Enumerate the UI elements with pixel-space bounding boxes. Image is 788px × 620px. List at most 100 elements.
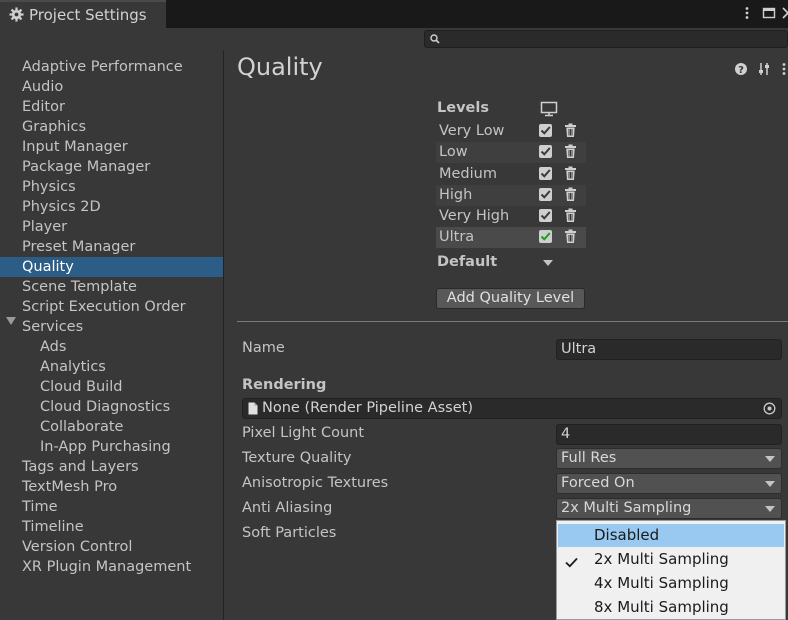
quality-level-row[interactable]: High (436, 185, 586, 206)
soft-particles-label: Soft Particles (242, 525, 337, 541)
rendering-heading: Rendering (242, 377, 327, 393)
level-enabled-checkbox[interactable] (539, 209, 552, 222)
menu-item-8x-multi-sampling[interactable]: 8x Multi Sampling (558, 596, 784, 619)
sidebar-item-label: Input Manager (22, 139, 128, 155)
quality-level-row[interactable]: Very High (436, 206, 586, 227)
render-pipeline-field[interactable]: None (Render Pipeline Asset) (242, 398, 782, 419)
sidebar-item-label: Version Control (22, 539, 133, 555)
quality-level-name: Ultra (439, 229, 475, 245)
sidebar-item-quality[interactable]: Quality (0, 257, 223, 277)
sidebar-item-label: XR Plugin Management (22, 559, 192, 575)
name-label: Name (242, 340, 285, 356)
trash-icon[interactable] (564, 187, 577, 202)
sidebar-item-version-control[interactable]: Version Control (0, 537, 223, 557)
anti-aliasing-dropdown[interactable]: 2x Multi Sampling (556, 498, 782, 519)
add-quality-level-button[interactable]: Add Quality Level (436, 288, 585, 309)
menu-item-label: 2x Multi Sampling (594, 550, 729, 568)
menu-item-label: Disabled (594, 526, 660, 544)
sidebar-item-label: Services (22, 319, 84, 335)
name-field[interactable]: Ultra (556, 339, 782, 360)
window-tab[interactable]: Project Settings (0, 0, 166, 30)
sidebar-item-analytics[interactable]: Analytics (0, 357, 223, 377)
level-enabled-checkbox[interactable] (539, 230, 552, 243)
sidebar-item-textmesh-pro[interactable]: TextMesh Pro (0, 477, 223, 497)
sidebar-item-label: Timeline (22, 519, 84, 535)
pixel-light-count-field[interactable]: 4 (556, 424, 782, 445)
sidebar-item-editor[interactable]: Editor (0, 97, 223, 117)
checkmark-icon (565, 554, 578, 568)
sidebar-item-tags-and-layers[interactable]: Tags and Layers (0, 457, 223, 477)
sidebar-item-player[interactable]: Player (0, 217, 223, 237)
menu-item-disabled[interactable]: Disabled (558, 524, 784, 547)
quality-level-name: Very High (439, 208, 510, 224)
expand-triangle-icon[interactable] (6, 317, 16, 325)
more-icon[interactable] (740, 6, 754, 20)
sidebar-item-services[interactable]: Services (0, 317, 223, 337)
quality-level-row[interactable]: Very Low (436, 121, 586, 142)
search-input[interactable] (424, 30, 788, 48)
sidebar-item-scene-template[interactable]: Scene Template (0, 277, 223, 297)
trash-icon[interactable] (564, 123, 577, 138)
sidebar-item-label: Scene Template (22, 279, 137, 295)
sidebar-item-package-manager[interactable]: Package Manager (0, 157, 223, 177)
close-icon[interactable] (781, 6, 788, 20)
trash-icon[interactable] (564, 166, 577, 181)
sidebar-item-cloud-diagnostics[interactable]: Cloud Diagnostics (0, 397, 223, 417)
menu-item-label: 4x Multi Sampling (594, 574, 729, 592)
sidebar-item-physics[interactable]: Physics (0, 177, 223, 197)
quality-level-row[interactable]: Low (436, 142, 586, 163)
sidebar-item-adaptive-performance[interactable]: Adaptive Performance (0, 57, 223, 77)
sidebar-item-graphics[interactable]: Graphics (0, 117, 223, 137)
sidebar-item-audio[interactable]: Audio (0, 77, 223, 97)
quality-level-row[interactable]: Ultra (436, 227, 586, 248)
level-enabled-checkbox[interactable] (539, 188, 552, 201)
sidebar-item-cloud-build[interactable]: Cloud Build (0, 377, 223, 397)
trash-icon[interactable] (564, 208, 577, 223)
anisotropic-textures-dropdown[interactable]: Forced On (556, 473, 782, 494)
sidebar-item-label: Preset Manager (22, 239, 136, 255)
levels-heading: Levels (437, 100, 489, 116)
sidebar-item-label: Package Manager (22, 159, 151, 175)
trash-icon[interactable] (564, 229, 577, 244)
sidebar-item-script-execution-order[interactable]: Script Execution Order (0, 297, 223, 317)
trash-icon[interactable] (564, 144, 577, 159)
sidebar-item-timeline[interactable]: Timeline (0, 517, 223, 537)
object-picker-icon[interactable] (763, 402, 776, 415)
help-icon[interactable]: ? (734, 62, 748, 76)
sidebar-item-in-app-purchasing[interactable]: In-App Purchasing (0, 437, 223, 457)
quality-level-name: High (439, 187, 473, 203)
sidebar-item-ads[interactable]: Ads (0, 337, 223, 357)
preset-icon[interactable] (757, 62, 771, 76)
quality-level-name: Very Low (439, 123, 505, 139)
quality-level-name: Low (439, 144, 468, 160)
level-enabled-checkbox[interactable] (539, 167, 552, 180)
menu-item-label: 8x Multi Sampling (594, 598, 729, 616)
sidebar-item-label: Ads (40, 339, 67, 355)
sidebar-item-label: Script Execution Order (22, 299, 186, 315)
chevron-down-icon (765, 506, 775, 512)
search-icon (430, 34, 440, 44)
level-enabled-checkbox[interactable] (539, 145, 552, 158)
maximize-icon[interactable] (762, 6, 776, 20)
sidebar-item-input-manager[interactable]: Input Manager (0, 137, 223, 157)
sidebar-item-time[interactable]: Time (0, 497, 223, 517)
anti-aliasing-menu: Disabled 2x Multi Sampling 4x Multi Sampli… (556, 520, 786, 620)
render-pipeline-value: None (Render Pipeline Asset) (262, 400, 473, 416)
texture-quality-dropdown[interactable]: Full Res (556, 448, 782, 469)
default-dropdown[interactable] (543, 260, 553, 266)
sidebar-item-physics-2d[interactable]: Physics 2D (0, 197, 223, 217)
chevron-down-icon (765, 456, 775, 462)
menu-item-4x-multi-sampling[interactable]: 4x Multi Sampling (558, 572, 784, 595)
sidebar-item-xr-plugin-management[interactable]: XR Plugin Management (0, 557, 223, 577)
anisotropic-textures-value: Forced On (561, 475, 635, 491)
sidebar-item-collaborate[interactable]: Collaborate (0, 417, 223, 437)
menu-icon[interactable] (779, 62, 788, 76)
menu-item-2x-multi-sampling[interactable]: 2x Multi Sampling (558, 548, 784, 571)
sidebar-item-label: Graphics (22, 119, 87, 135)
quality-level-row[interactable]: Medium (436, 164, 586, 185)
sidebar-item-preset-manager[interactable]: Preset Manager (0, 237, 223, 257)
chevron-down-icon (765, 481, 775, 487)
level-enabled-checkbox[interactable] (539, 124, 552, 137)
gear-icon (9, 7, 24, 22)
texture-quality-value: Full Res (561, 450, 617, 466)
